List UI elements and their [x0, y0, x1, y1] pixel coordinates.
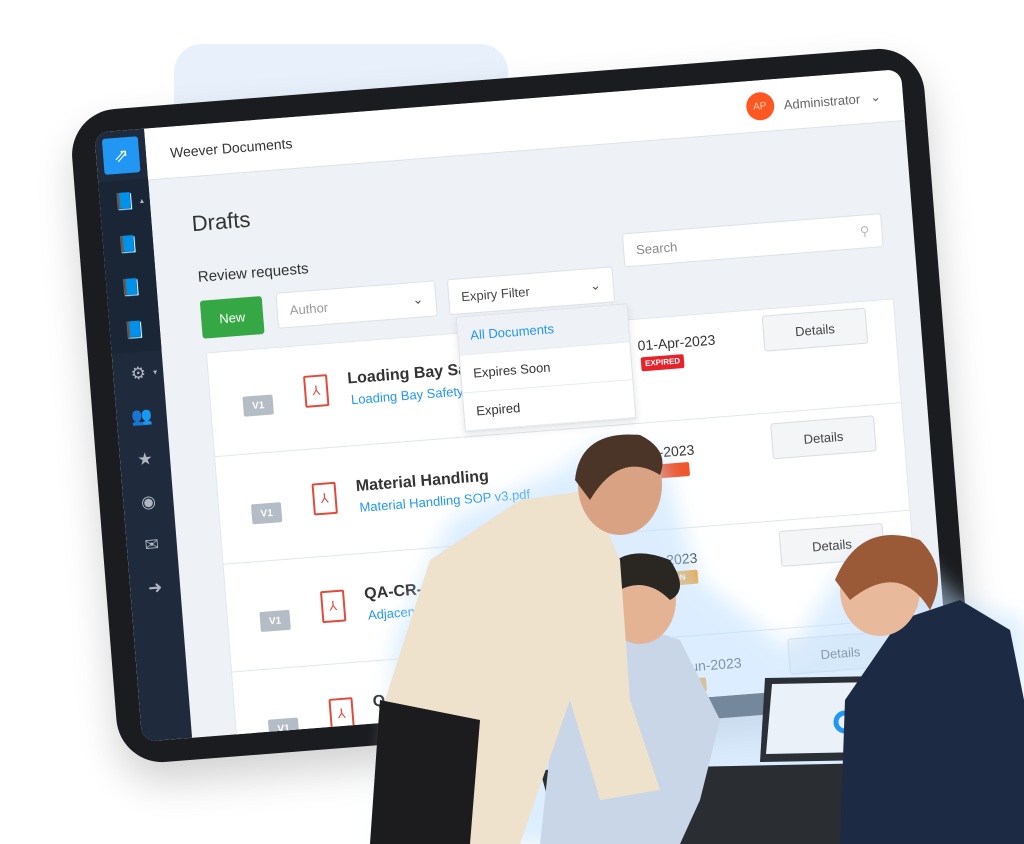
page-title: Drafts	[190, 206, 252, 237]
sign-out-icon: ➜	[147, 577, 163, 598]
expiry-date: 23-Jun-2023	[662, 654, 743, 677]
app-logo[interactable]: ⇗	[101, 136, 141, 175]
expiry-label: Expiry Filter	[460, 283, 531, 304]
expiry-dropdown-menu: All Documents Expires Soon Expired	[455, 303, 637, 433]
search-icon: ⚲	[859, 223, 870, 239]
book-icon: 📘	[120, 276, 143, 298]
search-input[interactable]: Search ⚲	[621, 213, 884, 268]
chevron-down-icon: ⌄	[869, 88, 882, 105]
tablet-frame: ⇗ 📘 ▴ 📘 📘 📘 ⚙ ▾ 👥 ★ ◉ ✉ ➜ Weever Documents…	[68, 45, 973, 766]
sidebar-item-documents[interactable]: 📘 ▴	[98, 179, 151, 226]
expiry-date: 01-Apr-2023	[637, 331, 716, 354]
gears-icon: ⚙	[129, 362, 147, 383]
app-screen: ⇗ 📘 ▴ 📘 📘 📘 ⚙ ▾ 👥 ★ ◉ ✉ ➜ Weever Documents…	[94, 69, 949, 742]
sidebar-item-messages[interactable]: ✉	[125, 521, 178, 568]
author-filter[interactable]: Author ⌄	[275, 280, 438, 329]
details-button[interactable]: Details	[778, 522, 886, 568]
sidebar-item-documents-4[interactable]: 📘	[108, 307, 161, 354]
sidebar-item-favorites[interactable]: ★	[118, 436, 171, 483]
version-badge: V1	[259, 609, 291, 633]
chevron-down-icon: ⌄	[589, 277, 602, 294]
sidebar-item-logout[interactable]: ➜	[129, 564, 182, 611]
details-button[interactable]: Details	[787, 630, 894, 675]
document-title: Q	[372, 692, 386, 711]
status-badge: SOON	[657, 569, 699, 587]
book-icon: 📘	[116, 233, 140, 255]
chevron-down-icon: ⌄	[411, 291, 424, 308]
app-title: Weever Documents	[169, 135, 294, 161]
details-button[interactable]: Details	[761, 307, 869, 352]
book-icon: 📘	[123, 319, 147, 341]
user-name: Administrator	[783, 90, 861, 112]
sidebar-item-documents-3[interactable]: 📘	[105, 264, 158, 311]
version-badge: V1	[267, 717, 300, 740]
sidebar-item-documents-2[interactable]: 📘	[102, 221, 155, 268]
new-button[interactable]: New	[199, 295, 265, 339]
version-badge: V1	[250, 502, 283, 525]
users-icon: 👥	[130, 405, 153, 427]
user-circle-icon: ◉	[140, 491, 157, 512]
star-icon: ★	[136, 448, 154, 469]
desk	[540, 760, 1024, 844]
version-badge: V1	[242, 394, 274, 417]
pdf-icon: ⅄	[311, 481, 338, 516]
expiry-date: pr-2023	[645, 441, 695, 462]
sidebar-item-users[interactable]: 👥	[115, 393, 168, 440]
details-button[interactable]: Details	[770, 415, 877, 460]
sidebar-item-settings[interactable]: ⚙ ▾	[112, 350, 165, 397]
search-placeholder: Search	[635, 238, 678, 257]
user-menu[interactable]: AP Administrator ⌄	[744, 83, 882, 122]
sidebar-item-profile[interactable]: ◉	[122, 479, 175, 526]
pdf-icon: ⅄	[328, 697, 355, 731]
pdf-icon: ⅄	[319, 589, 347, 624]
document-title: QA-CR-	[363, 581, 423, 603]
author-placeholder: Author	[289, 299, 329, 318]
pdf-icon: ⅄	[303, 374, 330, 408]
expiry-date: y-2023	[653, 549, 698, 569]
status-badge: EXPIRED	[640, 354, 685, 372]
book-icon: 📘	[113, 191, 137, 212]
avatar: AP	[744, 91, 775, 122]
arrow-up-right-icon: ⇗	[112, 144, 130, 166]
status-badge	[666, 677, 707, 695]
section-title: Review requests	[197, 260, 310, 286]
status-badge	[649, 461, 691, 480]
envelope-icon: ✉	[143, 534, 160, 555]
document-file-link[interactable]: Adjacen	[367, 604, 415, 623]
main-content: Drafts Review requests Search ⚲ New Autho…	[148, 121, 949, 742]
